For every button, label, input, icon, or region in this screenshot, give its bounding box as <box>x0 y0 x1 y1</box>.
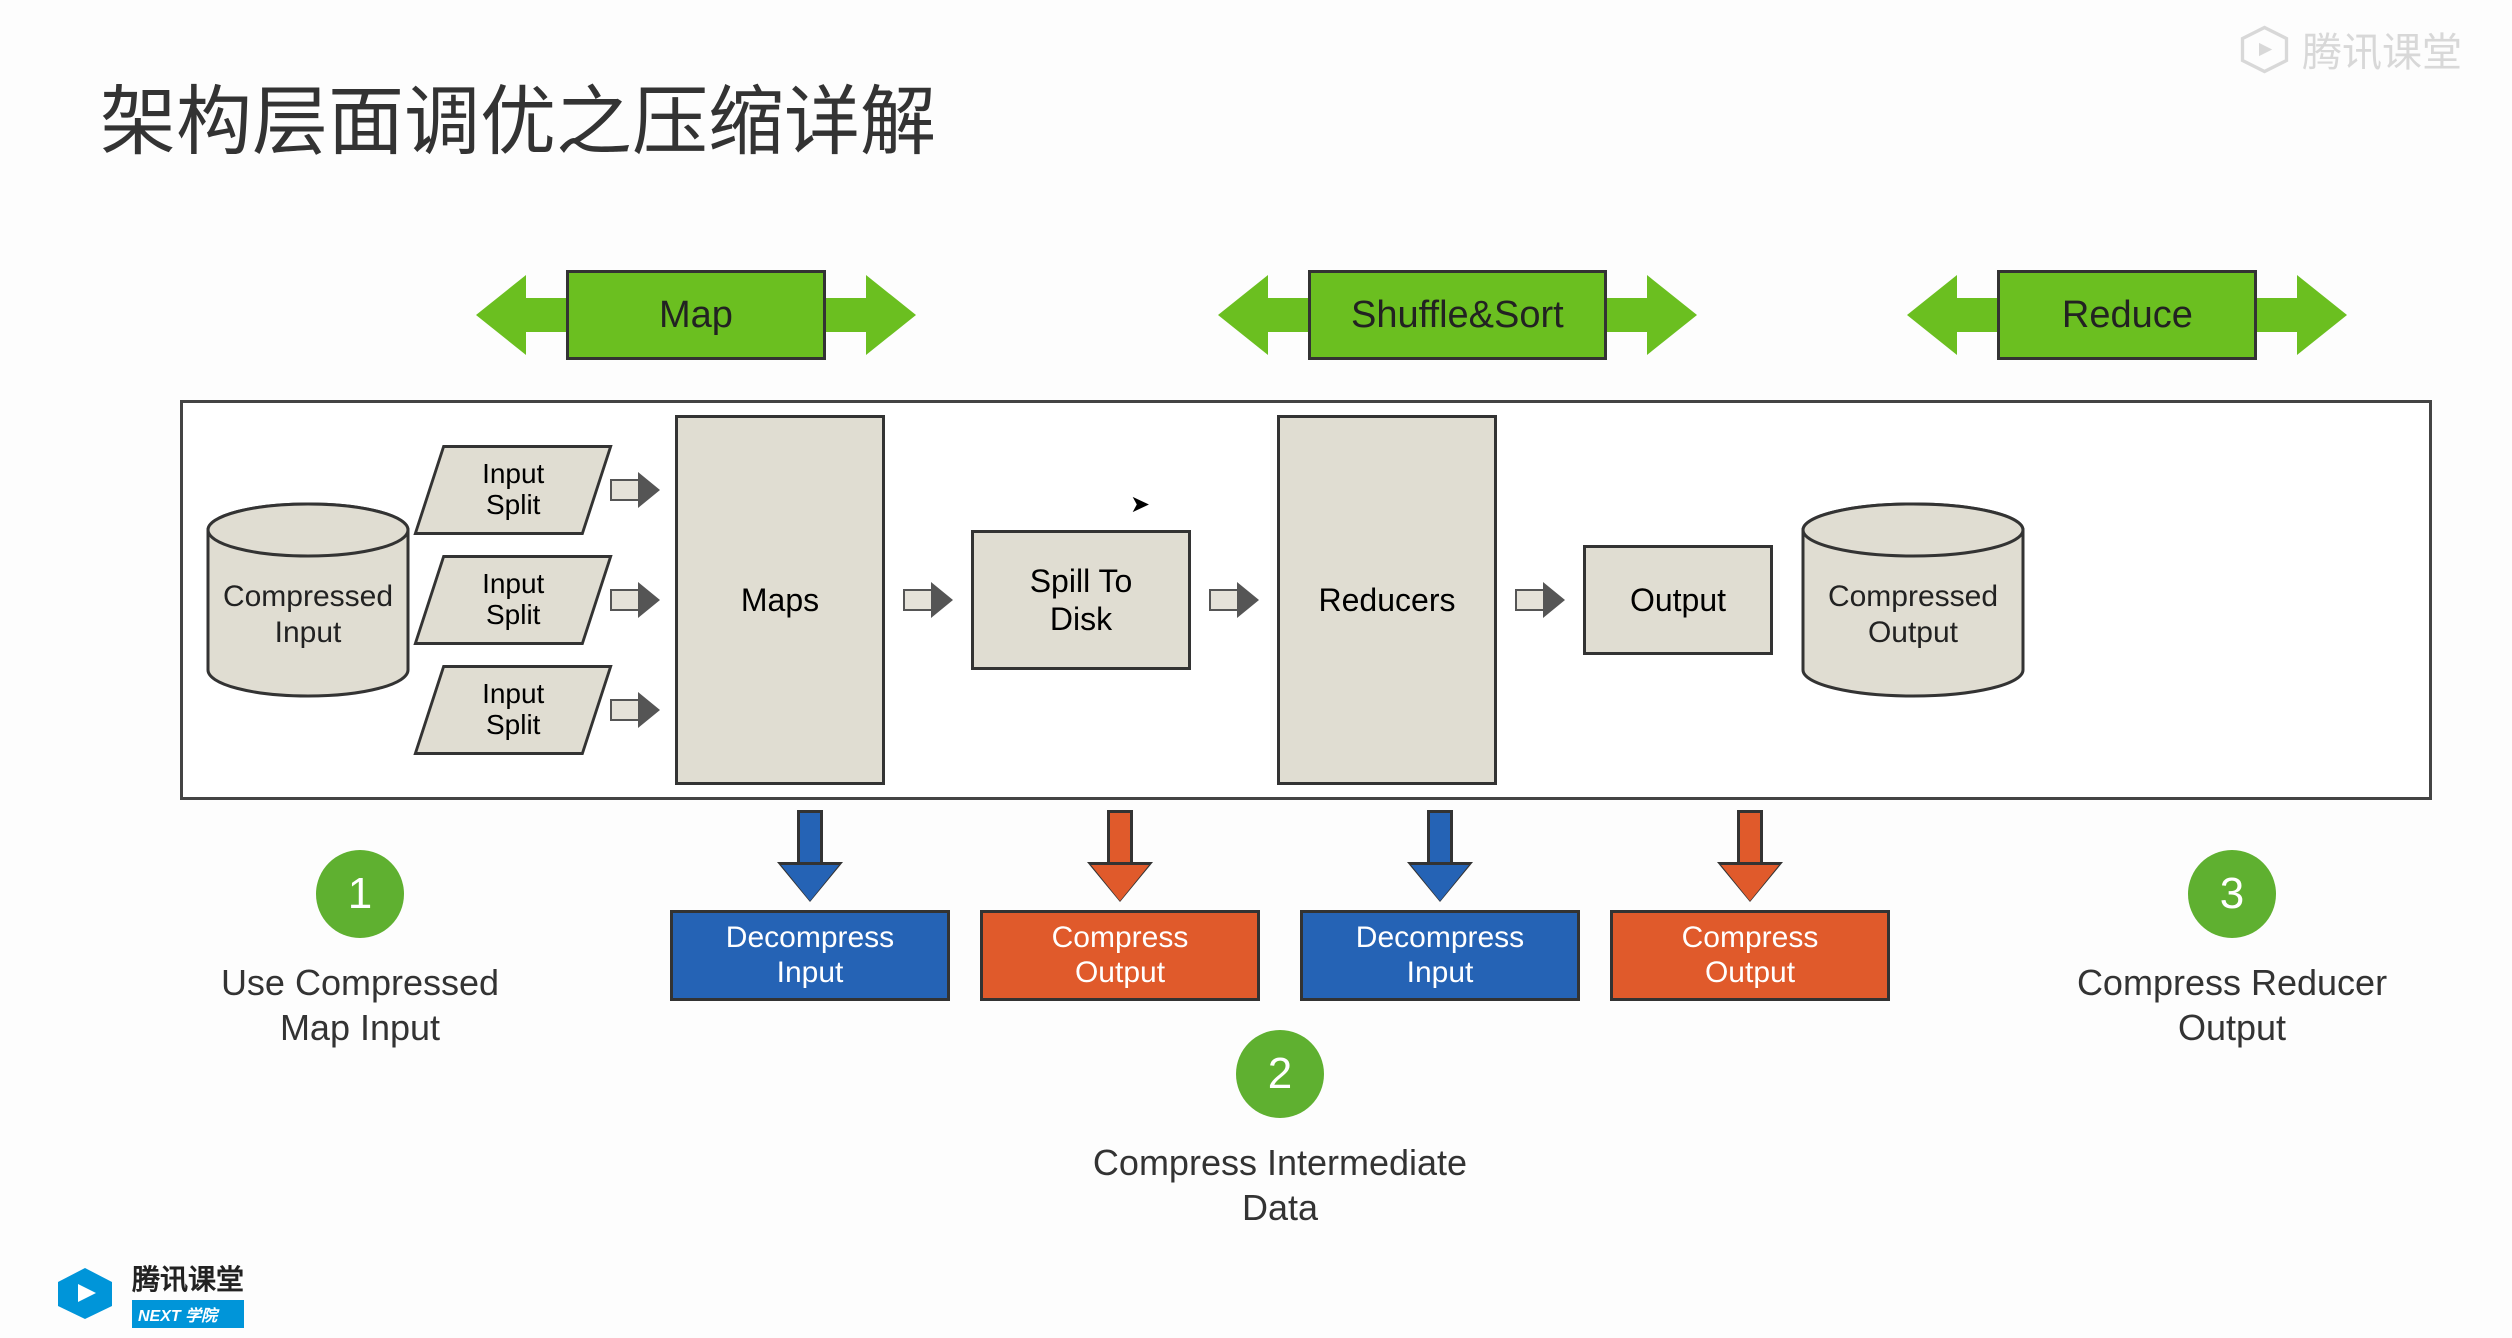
arrow-stem <box>1268 298 1308 332</box>
arrow-stem <box>2257 298 2297 332</box>
down-arrow-icon <box>1095 810 1145 900</box>
main-diagram: Compressed Input Input Split Input Split… <box>180 400 2432 800</box>
cursor-icon: ➤ <box>1130 490 1150 519</box>
decompress-input-box: Decompress Input <box>1300 910 1580 1001</box>
phase-reduce: Reduce <box>1823 270 2432 360</box>
flow-arrow-icon <box>610 472 660 508</box>
input-split-box: Input Split <box>413 665 612 755</box>
play-cube-icon <box>2237 22 2292 77</box>
action-col-4: Compress Output <box>1610 810 1890 1001</box>
phase-shuffle: Shuffle&Sort <box>1092 270 1823 360</box>
page-title: 架构层面调优之压缩详解 <box>100 60 936 170</box>
action-col-3: Decompress Input <box>1300 810 1580 1001</box>
down-arrow-icon <box>785 810 835 900</box>
flow-arrow-icon <box>610 692 660 728</box>
phase-box-reduce: Reduce <box>1997 270 2257 360</box>
arrow-left-icon <box>1907 275 1957 355</box>
watermark-logo: 腾讯课堂 <box>2237 20 2462 78</box>
reducers-box: Reducers <box>1277 415 1497 785</box>
arrow-left-icon <box>1218 275 1268 355</box>
phase-row: Map Shuffle&Sort Reduce <box>300 260 2432 370</box>
note-3: 3 Compress Reducer Output <box>2032 850 2432 1050</box>
flow-arrow-icon <box>1209 582 1259 618</box>
footer-logo: 腾讯课堂 NEXT 学院 <box>50 1258 244 1328</box>
action-col-2: Compress Output <box>980 810 1260 1001</box>
flow-arrow-icon <box>610 582 660 618</box>
cylinder-label: Compressed Input <box>223 549 393 651</box>
badge-3: 3 <box>2188 850 2276 938</box>
arrow-right-icon <box>2297 275 2347 355</box>
arrow-stem <box>826 298 866 332</box>
compress-output-box: Compress Output <box>980 910 1260 1001</box>
down-arrow-icon <box>1725 810 1775 900</box>
badge-2: 2 <box>1236 1030 1324 1118</box>
output-box: Output <box>1583 545 1773 655</box>
arrow-stem <box>526 298 566 332</box>
cylinder-compressed-input: Compressed Input <box>203 500 413 700</box>
arrow-stem <box>1957 298 1997 332</box>
note-1-text: Use Compressed Map Input <box>180 960 540 1050</box>
input-split-label: Input Split <box>482 459 544 521</box>
phase-box-shuffle: Shuffle&Sort <box>1308 270 1607 360</box>
decompress-input-box: Decompress Input <box>670 910 950 1001</box>
spill-box: Spill To Disk <box>971 530 1191 670</box>
input-split-label: Input Split <box>482 679 544 741</box>
arrow-right-icon <box>1647 275 1697 355</box>
input-split-box: Input Split <box>413 445 612 535</box>
footer-sub: NEXT 学院 <box>132 1300 244 1328</box>
arrow-stem <box>1607 298 1647 332</box>
flow-arrow-icon <box>1515 582 1565 618</box>
note-2-text: Compress Intermediate Data <box>1010 1140 1550 1230</box>
arrow-right-icon <box>866 275 916 355</box>
cylinder-label: Compressed Output <box>1828 549 1998 651</box>
play-cube-icon <box>50 1266 120 1321</box>
input-split-box: Input Split <box>413 555 612 645</box>
note-2: 2 Compress Intermediate Data <box>1010 1030 1550 1230</box>
input-splits: Input Split Input Split Input Split <box>428 445 660 755</box>
footer-brand: 腾讯课堂 <box>132 1258 244 1298</box>
input-split-label: Input Split <box>482 569 544 631</box>
flow-arrow-icon <box>903 582 953 618</box>
badge-1: 1 <box>316 850 404 938</box>
note-1: 1 Use Compressed Map Input <box>180 850 540 1050</box>
arrow-left-icon <box>476 275 526 355</box>
note-3-text: Compress Reducer Output <box>2032 960 2432 1050</box>
phase-box-map: Map <box>566 270 826 360</box>
compress-output-box: Compress Output <box>1610 910 1890 1001</box>
maps-box: Maps <box>675 415 885 785</box>
phase-map: Map <box>300 270 1092 360</box>
cylinder-compressed-output: Compressed Output <box>1798 500 2028 700</box>
down-arrow-icon <box>1415 810 1465 900</box>
action-col-1: Decompress Input <box>670 810 950 1001</box>
watermark-text: 腾讯课堂 <box>2302 20 2462 78</box>
